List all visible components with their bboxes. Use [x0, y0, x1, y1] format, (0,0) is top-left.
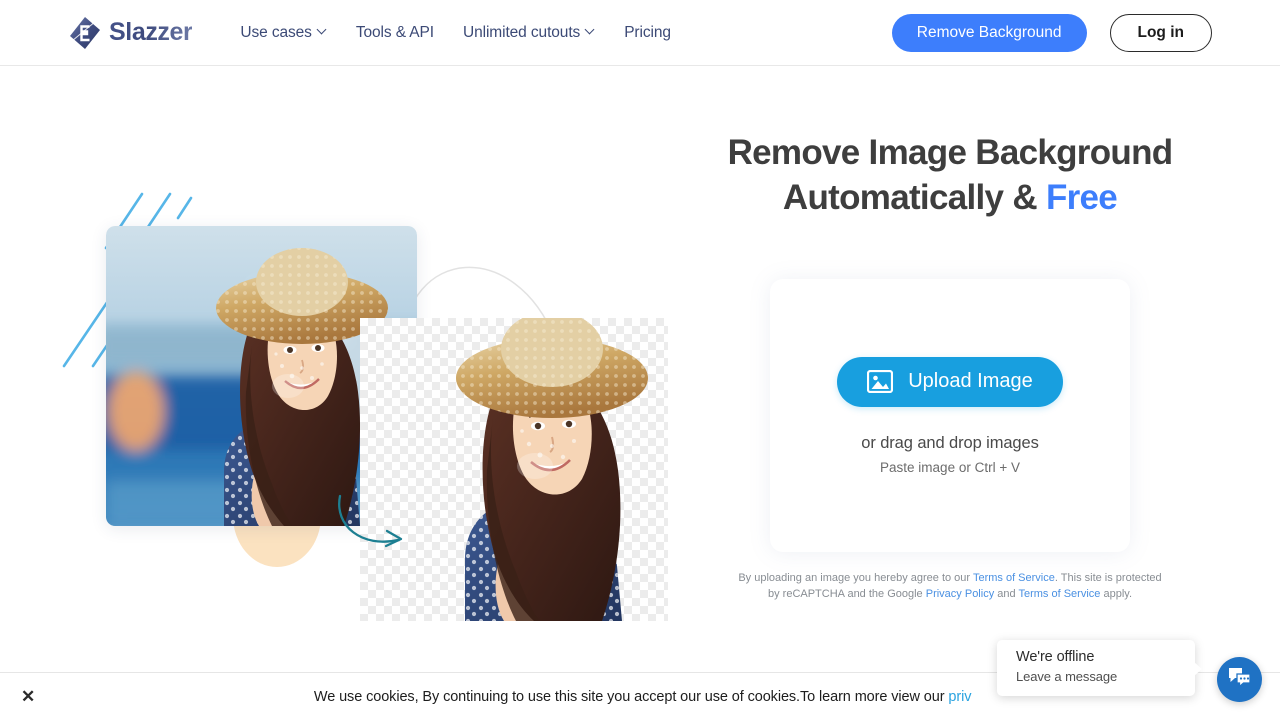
login-button[interactable]: Log in	[1109, 14, 1212, 52]
nav-item-use-cases[interactable]: Use cases	[240, 24, 326, 42]
legal-part-4: apply.	[1100, 588, 1132, 600]
logo-text: Slazzer	[109, 18, 193, 46]
nav-item-pricing[interactable]: Pricing	[624, 24, 671, 42]
legal-disclaimer: By uploading an image you hereby agree t…	[735, 570, 1165, 602]
terms-of-service-link-1[interactable]: Terms of Service	[973, 572, 1055, 584]
nav-item-tools-api[interactable]: Tools & API	[356, 24, 434, 42]
transform-arrow-icon	[338, 494, 403, 548]
legal-part-1: By uploading an image you hereby agree t…	[738, 572, 973, 584]
page-root: Slazzer Use cases Tools & API Unlimited …	[0, 0, 1280, 720]
chevron-down-icon	[318, 26, 327, 35]
cookie-message-text: We use cookies, By continuing to use thi…	[313, 688, 949, 705]
upload-button-label: Upload Image	[908, 370, 1033, 392]
upload-image-button[interactable]: Upload Image	[837, 356, 1063, 407]
headline-line-1: Remove Image Background	[727, 133, 1174, 172]
site-header: Slazzer Use cases Tools & API Unlimited …	[0, 0, 1280, 66]
chevron-down-icon	[586, 26, 595, 35]
paste-hint-text: Paste image or Ctrl + V	[880, 459, 1020, 475]
drag-drop-text: or drag and drop images	[861, 433, 1039, 452]
chat-bubbles-icon	[1227, 666, 1252, 693]
page-title: Remove Image Background Automatically & …	[680, 130, 1220, 220]
chat-status-title: We're offline	[1016, 649, 1095, 665]
privacy-policy-link[interactable]: Privacy Policy	[926, 588, 994, 600]
nav-label: Pricing	[624, 23, 671, 41]
chat-launcher-button[interactable]	[1217, 657, 1262, 702]
header-actions: Remove Background Log in	[891, 14, 1212, 52]
upload-dropzone[interactable]: Upload Image or drag and drop images Pas…	[770, 279, 1130, 552]
nav-label: Use cases	[240, 23, 312, 41]
logo[interactable]: Slazzer	[70, 16, 193, 49]
cutout-photo	[360, 318, 668, 621]
headline-line-2: Automatically &	[782, 178, 1046, 217]
headline-highlight: Free	[1045, 178, 1118, 217]
main-nav: Use cases Tools & API Unlimited cutouts …	[240, 24, 671, 42]
nav-label: Unlimited cutouts	[463, 23, 581, 41]
legal-part-3: and	[994, 588, 1019, 600]
remove-background-button[interactable]: Remove Background	[891, 14, 1087, 52]
nav-item-unlimited-cutouts[interactable]: Unlimited cutouts	[463, 24, 595, 42]
cookie-privacy-link[interactable]: priv	[948, 689, 971, 705]
image-icon	[867, 370, 894, 393]
hero-content: Remove Image Background Automatically & …	[680, 130, 1220, 600]
chat-status-subtitle: Leave a message	[1016, 669, 1118, 684]
slazzer-diamond-logo-icon	[70, 16, 100, 49]
chat-status-bubble[interactable]: We're offline Leave a message	[997, 640, 1202, 696]
terms-of-service-link-2[interactable]: Terms of Service	[1018, 588, 1100, 600]
nav-label: Tools & API	[355, 23, 434, 41]
hero-illustration	[0, 66, 690, 646]
close-icon[interactable]: ✕	[21, 688, 35, 705]
